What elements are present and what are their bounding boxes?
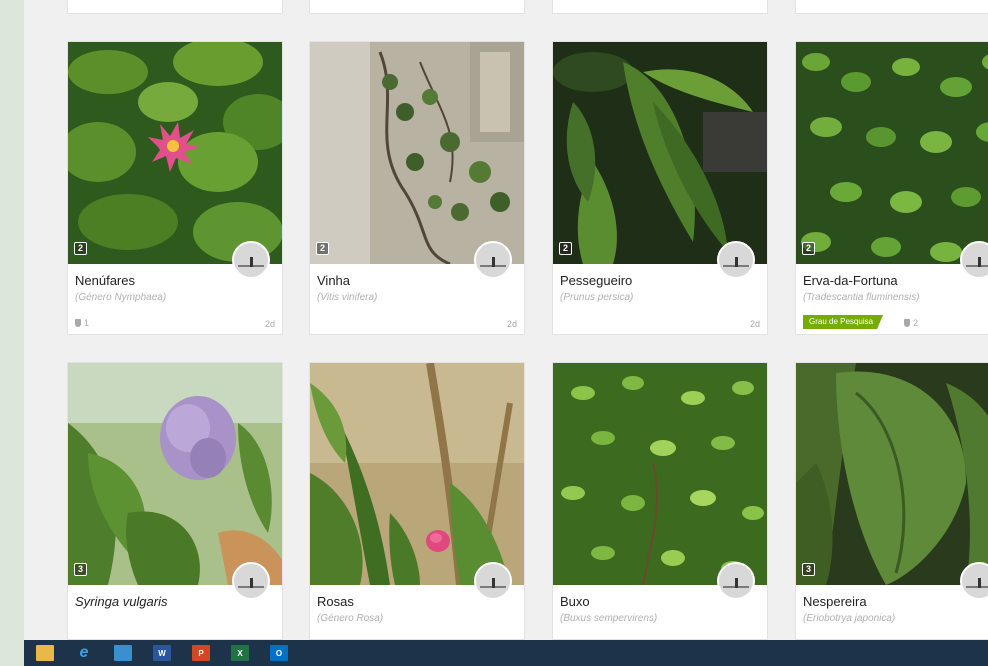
previous-card[interactable] (552, 0, 768, 14)
observation-photo[interactable] (553, 363, 767, 585)
observation-photo[interactable] (796, 42, 988, 264)
observation-age: 2d (749, 319, 760, 329)
previous-card[interactable] (309, 0, 525, 14)
user-avatar[interactable] (960, 562, 988, 600)
observation-card-syringa-vulgaris[interactable]: 3 Syringa vulgaris (67, 362, 283, 640)
calculator-icon[interactable] (114, 645, 132, 661)
research-grade-badge: Grau de Pesquisa (803, 315, 883, 329)
observation-name[interactable]: Buxo (560, 594, 590, 609)
user-avatar[interactable] (717, 241, 755, 279)
observation-photo[interactable] (68, 42, 282, 264)
observation-name[interactable]: Erva-da-Fortuna (803, 273, 898, 288)
observation-photo[interactable] (553, 42, 767, 264)
user-avatar[interactable] (232, 241, 270, 279)
observation-name[interactable]: Nenúfares (75, 273, 135, 288)
observation-card-vinha[interactable]: 2 Vinha (Vitis vinifera) 2d (309, 41, 525, 335)
observation-card-nespereira[interactable]: 3 Nespereira (Eriobotrya japonica) (795, 362, 988, 640)
photo-count-badge: 2 (74, 242, 87, 255)
windows-taskbar: e W P X O (24, 640, 988, 666)
observation-photo[interactable] (310, 42, 524, 264)
previous-card[interactable] (67, 0, 283, 14)
internet-explorer-icon[interactable]: e (75, 644, 93, 661)
excel-icon[interactable]: X (231, 645, 249, 661)
previous-row-cards (24, 0, 988, 14)
observation-name[interactable]: Pessegueiro (560, 273, 632, 288)
observation-age: 2d (264, 319, 275, 329)
word-icon[interactable]: W (153, 645, 171, 661)
id-shield-icon (904, 319, 910, 327)
observation-name[interactable]: Nespereira (803, 594, 867, 609)
scientific-name: (Prunus persica) (560, 292, 634, 303)
photo-count-badge: 2 (316, 242, 329, 255)
powerpoint-icon[interactable]: P (192, 645, 210, 661)
previous-card[interactable] (795, 0, 988, 14)
user-avatar[interactable] (474, 241, 512, 279)
observations-grid: 2 Nenúfares (Género Nymphaea) 1 2d 2 Vin… (24, 0, 988, 640)
observation-name[interactable]: Vinha (317, 273, 350, 288)
observation-photo[interactable] (310, 363, 524, 585)
id-shield-icon (75, 319, 81, 327)
identifications-count: 2 (904, 318, 918, 328)
user-avatar[interactable] (474, 562, 512, 600)
photo-count-badge: 3 (802, 563, 815, 576)
scientific-name: (Género Nymphaea) (75, 292, 167, 303)
observation-photo[interactable] (68, 363, 282, 585)
user-avatar[interactable] (717, 562, 755, 600)
observation-photo[interactable] (796, 363, 988, 585)
observation-card-buxo[interactable]: Buxo (Buxus sempervirens) (552, 362, 768, 640)
scientific-name: (Tradescantia fluminensis) (803, 292, 920, 303)
photo-count-badge: 2 (802, 242, 815, 255)
observation-name[interactable]: Syringa vulgaris (75, 594, 168, 609)
observation-card-rosas[interactable]: Rosas (Género Rosa) (309, 362, 525, 640)
identifications-count: 1 (75, 318, 89, 328)
scientific-name: (Buxus sempervirens) (560, 613, 658, 624)
scientific-name: (Vitis vinifera) (317, 292, 378, 303)
observation-age: 2d (506, 319, 517, 329)
file-explorer-icon[interactable] (36, 645, 54, 661)
observation-card-nenufares[interactable]: 2 Nenúfares (Género Nymphaea) 1 2d (67, 41, 283, 335)
user-avatar[interactable] (960, 241, 988, 279)
scientific-name: (Género Rosa) (317, 613, 384, 624)
observation-card-erva-da-fortuna[interactable]: 2 Erva-da-Fortuna (Tradescantia fluminen… (795, 41, 988, 335)
photo-count-badge: 3 (74, 563, 87, 576)
user-avatar[interactable] (232, 562, 270, 600)
scientific-name: (Eriobotrya japonica) (803, 613, 896, 624)
photo-count-badge: 2 (559, 242, 572, 255)
observation-card-pessegueiro[interactable]: 2 Pessegueiro (Prunus persica) 2d (552, 41, 768, 335)
outlook-icon[interactable]: O (270, 645, 288, 661)
observation-name[interactable]: Rosas (317, 594, 354, 609)
